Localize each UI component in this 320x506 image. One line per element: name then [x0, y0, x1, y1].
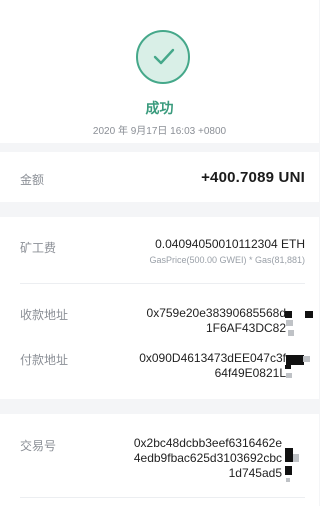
redaction-mark	[286, 373, 292, 378]
fee-label: 矿工费	[20, 241, 57, 255]
success-check-badge	[136, 30, 190, 84]
redaction-mark	[305, 311, 313, 318]
fee-value[interactable]: 0.04094050010112304 ETH	[155, 237, 305, 251]
receiver-address[interactable]: 0x759e20e38390685568d 1F6AF43DC82	[106, 306, 286, 336]
redaction-mark	[286, 320, 293, 326]
status-header: 成功 2020 年 9月17日 16:03 +0800	[0, 0, 319, 143]
sender-label: 付款地址	[20, 353, 69, 367]
redaction-mark	[285, 466, 292, 475]
redaction-mark	[293, 454, 299, 462]
amount-card: 金额 +400.7089 UNI	[0, 152, 319, 202]
receiver-label: 收款地址	[20, 308, 69, 322]
transaction-label: 交易号	[20, 439, 57, 453]
status-label: 成功	[145, 100, 174, 116]
redaction-mark	[286, 355, 304, 365]
redaction-mark	[303, 356, 310, 362]
redaction-mark	[288, 330, 294, 336]
redaction-mark	[285, 365, 291, 369]
transaction-card: 交易号 0x2bc48dcbb3eef6316462e 4edb9fbac625…	[0, 414, 319, 506]
sender-address[interactable]: 0x090D4613473dEE047c3f 64f49E0821L	[106, 351, 286, 381]
amount-label: 金额	[20, 173, 45, 187]
amount-value: +400.7089 UNI	[201, 169, 305, 186]
fee-address-card: 矿工费 0.04094050010112304 ETH GasPrice(500…	[0, 217, 319, 399]
divider	[20, 497, 305, 498]
redaction-mark	[285, 448, 293, 462]
fee-detail: GasPrice(500.00 GWEI) * Gas(81,881)	[149, 255, 305, 265]
transaction-hash[interactable]: 0x2bc48dcbb3eef6316462e 4edb9fbac625d310…	[92, 436, 282, 481]
redaction-mark	[285, 311, 292, 318]
redaction-mark	[286, 478, 290, 482]
divider	[20, 283, 305, 284]
status-timestamp: 2020 年 9月17日 16:03 +0800	[92, 126, 227, 137]
check-icon	[153, 48, 175, 65]
